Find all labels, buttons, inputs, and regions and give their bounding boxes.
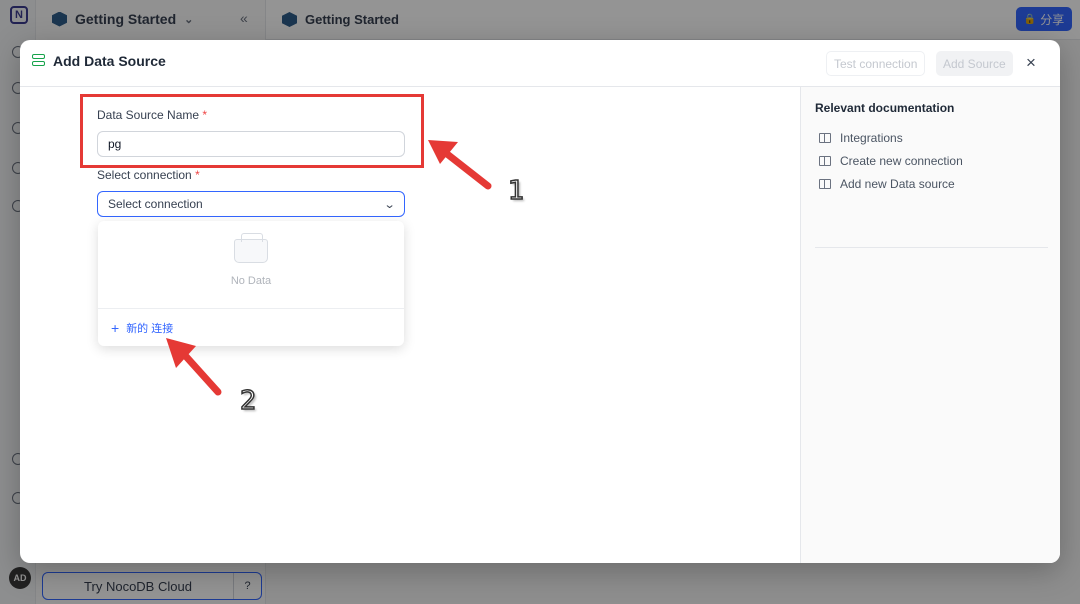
doc-link-create-connection[interactable]: Create new connection: [819, 154, 963, 168]
doc-link-integrations[interactable]: Integrations: [819, 131, 903, 145]
annotation-highlight-box: [80, 94, 424, 168]
book-icon: [819, 156, 831, 166]
divider: [815, 247, 1048, 248]
book-icon: [819, 133, 831, 143]
doc-link-label: Add new Data source: [840, 177, 955, 191]
test-connection-button[interactable]: Test connection: [826, 51, 926, 76]
connection-select[interactable]: Select connection ⌄: [97, 191, 405, 217]
annotation-arrow-1-icon: [428, 140, 492, 190]
modal-title-text: Add Data Source: [53, 53, 166, 69]
doc-link-add-data-source[interactable]: Add new Data source: [819, 177, 955, 191]
empty-text: No Data: [230, 275, 272, 287]
docs-panel: Relevant documentation Integrations Crea…: [800, 87, 1060, 563]
doc-link-label: Integrations: [840, 131, 903, 145]
annotation-number-1: 1: [507, 175, 525, 207]
chevron-down-icon: ⌄: [383, 198, 396, 211]
add-data-source-modal: Add Data Source Test connection Add Sour…: [20, 40, 1060, 563]
annotation-number-2: 2: [239, 385, 257, 417]
modal-header: Add Data Source Test connection Add Sour…: [20, 40, 1060, 87]
select-connection-label: Select connection *: [97, 168, 200, 182]
modal-title: Add Data Source: [32, 53, 166, 69]
close-icon[interactable]: ×: [1026, 53, 1036, 73]
annotation-arrow-2-icon: [166, 338, 222, 396]
add-source-button[interactable]: Add Source: [936, 51, 1013, 76]
connection-dropdown: No Data + 新的 连接: [98, 221, 404, 346]
required-mark: *: [195, 168, 200, 182]
plus-icon: +: [111, 320, 120, 336]
divider: [98, 308, 404, 309]
doc-link-label: Create new connection: [840, 154, 963, 168]
book-icon: [819, 179, 831, 189]
data-source-icon: [32, 54, 45, 68]
empty-inbox-icon: [234, 233, 268, 263]
connection-select-placeholder: Select connection: [108, 197, 203, 211]
docs-title: Relevant documentation: [815, 101, 955, 115]
connection-label-text: Select connection: [97, 168, 192, 182]
